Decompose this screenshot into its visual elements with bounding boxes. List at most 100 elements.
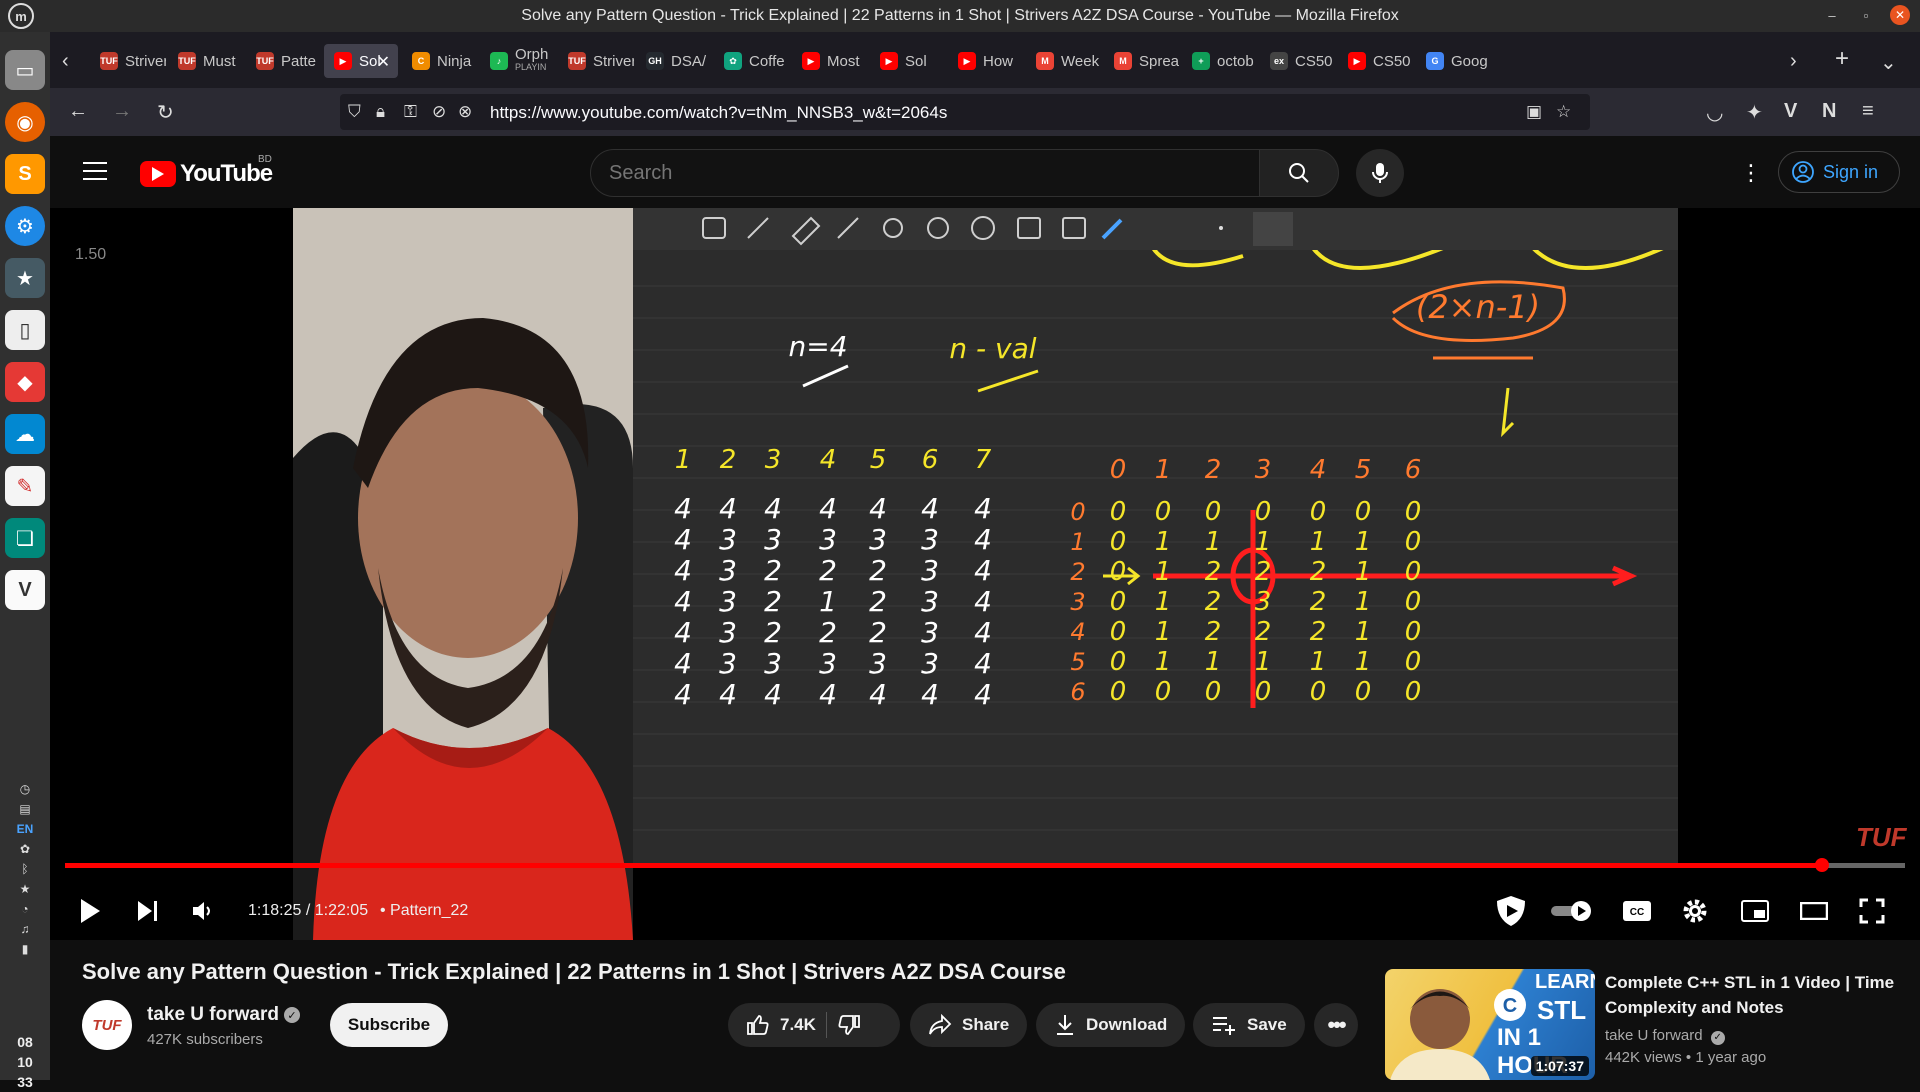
browser-tab[interactable]: TUF Must — [168, 44, 244, 78]
minimize-icon[interactable]: – — [1822, 5, 1842, 25]
download-button[interactable]: Download — [1036, 1003, 1186, 1047]
keyboard-language[interactable]: EN — [17, 822, 34, 836]
browser-tab[interactable]: M Sprea — [1104, 44, 1180, 78]
recommended-video-thumbnail[interactable]: C LEARN STL IN 1 HOUR 1:07:37 — [1385, 969, 1595, 1080]
browser-tab[interactable]: ▶ CS50 — [1338, 44, 1414, 78]
notion-extension-icon[interactable]: N — [1822, 100, 1836, 123]
files-app-icon[interactable]: ▭ — [5, 50, 45, 90]
tracking-shield-icon[interactable]: ⛉ — [348, 102, 361, 122]
wifi-tray-icon[interactable]: ◔ — [21, 902, 28, 916]
settings-button[interactable] — [1677, 893, 1713, 929]
new-tab-icon[interactable]: + — [1835, 45, 1849, 73]
chapter-title[interactable]: • Pattern_22 — [380, 902, 468, 920]
close-tab-icon[interactable]: ✕ — [377, 52, 390, 72]
permissions-icon[interactable]: ⚿ — [404, 102, 417, 122]
reader-app-icon[interactable]: ❏ — [5, 518, 45, 558]
play-button[interactable] — [72, 893, 108, 929]
firefox-app-icon[interactable]: ◉ — [5, 102, 45, 142]
recommended-video-title[interactable]: Complete C++ STL in 1 Video | Time Compl… — [1605, 970, 1905, 1020]
star-tray-icon[interactable]: ★ — [20, 882, 31, 896]
search-input[interactable] — [609, 162, 1209, 185]
browser-tab[interactable]: ✿ Coffe — [714, 44, 790, 78]
close-window-icon[interactable]: ✕ — [1890, 5, 1910, 25]
browser-tab[interactable]: ▶ Most — [792, 44, 868, 78]
like-button[interactable]: 7.4K — [746, 1013, 816, 1037]
notes-app-icon[interactable]: ✎ — [5, 466, 45, 506]
search-box[interactable] — [590, 149, 1260, 197]
tabs-scroll-right-icon[interactable]: › — [1790, 50, 1797, 73]
document-app-icon[interactable]: ▯ — [5, 310, 45, 350]
recommended-channel[interactable]: take U forward ✓ — [1605, 1027, 1725, 1045]
vimium-extension-icon[interactable]: V — [1784, 100, 1797, 123]
progress-bar[interactable] — [65, 858, 1905, 872]
sublime-app-icon[interactable]: S — [5, 154, 45, 194]
palette-tray-icon[interactable]: ✿ — [20, 842, 30, 856]
vscode-app-icon[interactable]: ⚙ — [5, 206, 45, 246]
clock-tray-icon[interactable]: ◷ — [20, 782, 30, 796]
browser-tab[interactable]: ▶ How — [948, 44, 1024, 78]
forward-icon[interactable]: → — [112, 100, 132, 123]
dislike-button[interactable] — [837, 1013, 861, 1037]
cloud-app-icon[interactable]: ☁ — [5, 414, 45, 454]
guide-menu-icon[interactable] — [83, 162, 107, 180]
voice-search-button[interactable] — [1356, 149, 1404, 197]
browser-tab[interactable]: ♪ Orph PLAYIN — [480, 44, 556, 78]
clock[interactable]: 08 10 33 — [0, 1032, 50, 1092]
list-all-tabs-icon[interactable]: ⌄ — [1880, 50, 1897, 75]
reload-icon[interactable]: ↻ — [157, 100, 174, 125]
starred-app-icon[interactable]: ★ — [5, 258, 45, 298]
board-grid-cell: 4 — [674, 616, 692, 649]
save-button[interactable]: Save — [1193, 1003, 1305, 1047]
tag-app-icon[interactable]: ◆ — [5, 362, 45, 402]
vim-app-icon[interactable]: V — [5, 570, 45, 610]
browser-tab[interactable]: TUF Striver — [90, 44, 166, 78]
channel-name[interactable]: take U forward — [147, 1004, 279, 1026]
sponsorblock-button[interactable] — [1493, 893, 1529, 929]
autoplay-toggle[interactable] — [1547, 893, 1597, 929]
back-icon[interactable]: ← — [68, 100, 88, 123]
progress-scrubber-handle[interactable] — [1815, 858, 1830, 872]
clipboard-tray-icon[interactable]: ▤ — [19, 802, 30, 816]
battery-tray-icon[interactable]: ▮ — [22, 942, 29, 956]
browser-tab[interactable]: + octob — [1182, 44, 1258, 78]
theater-mode-button[interactable] — [1796, 893, 1832, 929]
browser-tab[interactable]: G Goog — [1416, 44, 1492, 78]
media-blocked-icon[interactable]: ⊗ — [458, 102, 472, 122]
video-player[interactable]: 1.50 n=4 n - val (2×n-1) 1 2 3 4 5 6 7 4… — [50, 208, 1920, 940]
subtitles-button[interactable]: CC — [1619, 893, 1655, 929]
more-actions-button[interactable]: ••• — [1314, 1003, 1358, 1047]
browser-tab[interactable]: GH DSA/ — [636, 44, 712, 78]
search-button[interactable] — [1259, 149, 1339, 197]
share-button[interactable]: Share — [910, 1003, 1028, 1047]
browser-tab[interactable]: TUF Striver — [558, 44, 634, 78]
app-menu-icon[interactable]: ≡ — [1862, 100, 1874, 123]
browser-tab[interactable]: ▶ Sol ✕ — [324, 44, 398, 78]
lock-icon[interactable]: 🔒︎ — [376, 102, 385, 122]
thumbnail-text-stl: STL — [1537, 995, 1587, 1025]
youtube-logo[interactable]: YouTube — [140, 160, 273, 188]
next-button[interactable] — [130, 893, 166, 929]
maximize-icon[interactable]: ▫ — [1856, 5, 1876, 25]
browser-tab[interactable]: ex CS50 — [1260, 44, 1336, 78]
subscribe-button[interactable]: Subscribe — [330, 1003, 448, 1047]
miniplayer-button[interactable] — [1737, 893, 1773, 929]
music-tray-icon[interactable]: ♫ — [21, 922, 30, 936]
bluetooth-tray-icon[interactable]: ᛒ — [21, 862, 28, 876]
reader-view-icon[interactable]: ▣ — [1526, 102, 1542, 122]
url-bar[interactable]: ⛉ 🔒︎ ⚿ ⊘ ⊗ https://www.youtube.com/watch… — [340, 94, 1590, 130]
tabs-scroll-left-icon[interactable]: ‹ — [62, 50, 69, 73]
extensions-icon[interactable]: ✦ — [1746, 100, 1763, 125]
url-text[interactable]: https://www.youtube.com/watch?v=tNm_NNSB… — [490, 103, 947, 123]
sign-in-button[interactable]: Sign in — [1778, 151, 1900, 193]
browser-tab[interactable]: M Week — [1026, 44, 1102, 78]
browser-tab[interactable]: ▶ Sol — [870, 44, 946, 78]
channel-avatar[interactable]: TUF — [82, 1000, 132, 1050]
pocket-icon[interactable]: ◡ — [1706, 100, 1723, 125]
bookmark-star-icon[interactable]: ☆ — [1556, 102, 1571, 122]
mute-button[interactable] — [185, 893, 221, 929]
autoplay-blocked-icon[interactable]: ⊘ — [432, 102, 446, 122]
fullscreen-button[interactable] — [1854, 893, 1890, 929]
settings-kebab-icon[interactable]: ⋮ — [1740, 160, 1762, 186]
browser-tab[interactable]: TUF Patte — [246, 44, 322, 78]
browser-tab[interactable]: C Ninja — [402, 44, 478, 78]
